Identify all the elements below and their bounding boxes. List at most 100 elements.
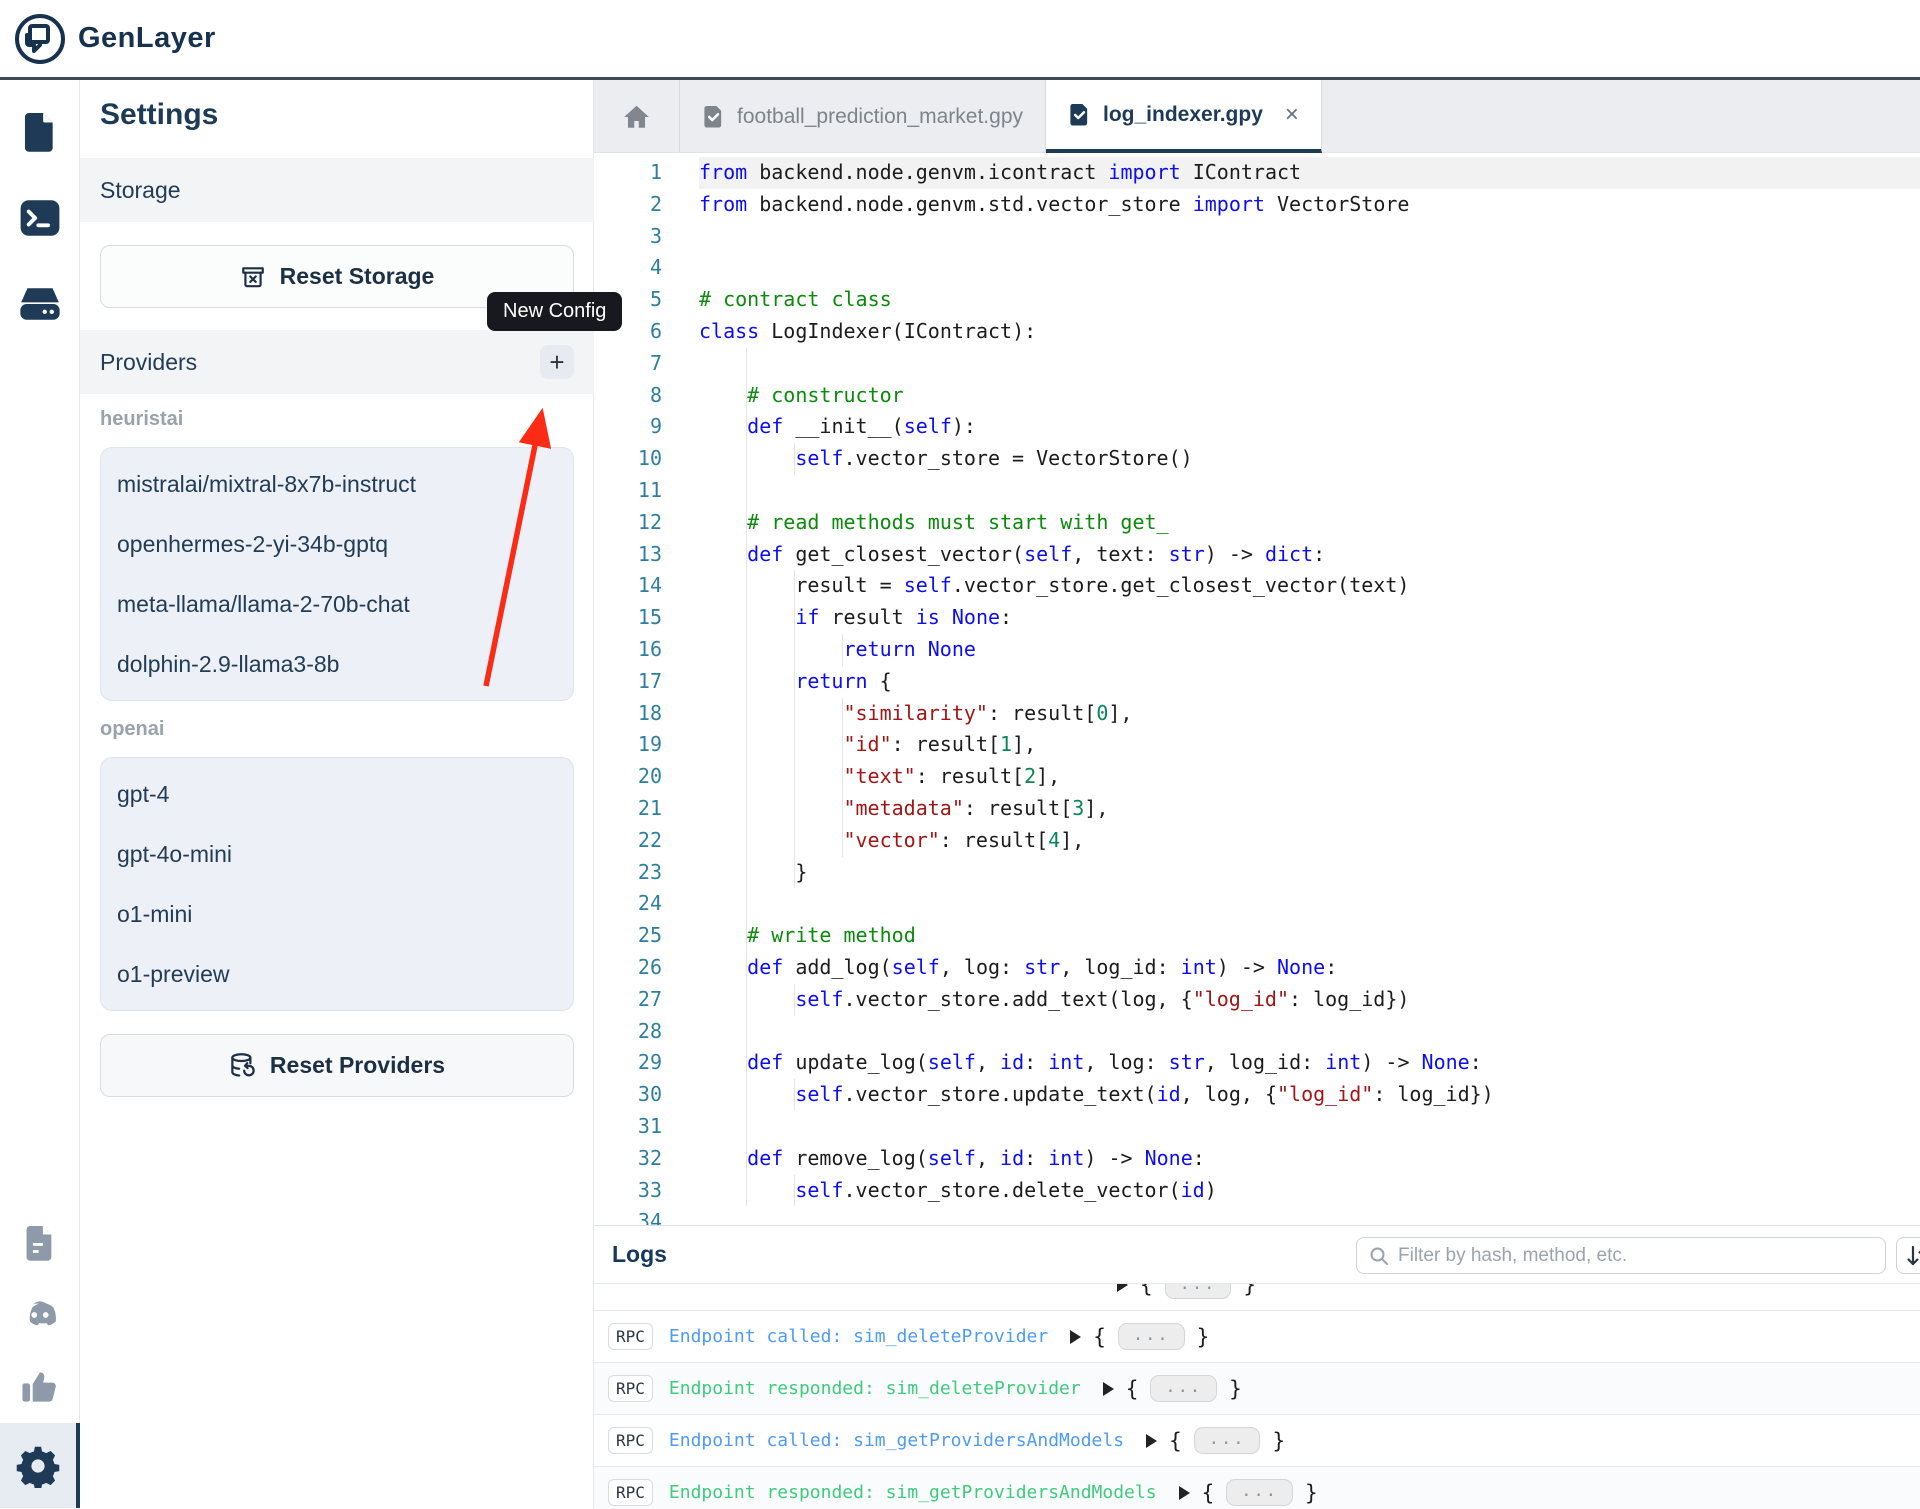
line-number: 8 — [594, 380, 662, 412]
line-number: 30 — [594, 1079, 662, 1111]
line-number: 4 — [594, 252, 662, 284]
expand-caret-icon[interactable] — [1070, 1330, 1081, 1344]
expand-caret-icon[interactable] — [1117, 1284, 1128, 1292]
logs-title: Logs — [612, 1241, 667, 1268]
line-number: 13 — [594, 539, 662, 571]
line-number: 20 — [594, 761, 662, 793]
settings-gear-tab[interactable] — [0, 1423, 80, 1508]
provider-model-item[interactable]: gpt-4 — [101, 781, 573, 808]
code-line: 5# contract class — [594, 284, 1920, 316]
open-brace: { — [1126, 1377, 1139, 1401]
sort-logs-button[interactable] — [1896, 1237, 1920, 1274]
storage-drive-icon[interactable] — [18, 282, 62, 326]
log-row[interactable]: RPC Endpoint responded: sim_deleteProvid… — [594, 1363, 1920, 1415]
code-line: 6class LogIndexer(IContract): — [594, 316, 1920, 348]
sort-icon — [1905, 1245, 1920, 1267]
expand-caret-icon[interactable] — [1103, 1382, 1114, 1396]
home-icon — [623, 104, 650, 130]
thumbs-up-icon[interactable] — [18, 1365, 62, 1409]
expand-caret-icon[interactable] — [1179, 1486, 1190, 1500]
contracts-file-icon[interactable] — [18, 110, 62, 154]
line-number: 10 — [594, 443, 662, 475]
line-number: 34 — [594, 1206, 662, 1225]
page-title: Settings — [100, 98, 218, 132]
close-brace: } — [1243, 1284, 1256, 1297]
line-number: 7 — [594, 348, 662, 380]
expand-dots-pill[interactable]: ... — [1150, 1375, 1217, 1402]
docs-file-icon[interactable] — [18, 1221, 62, 1265]
log-message: Endpoint called: sim_deleteProvider — [669, 1326, 1048, 1347]
tab-label: football_prediction_market.gpy — [737, 105, 1023, 129]
provider-model-item[interactable]: openhermes-2-yi-34b-gptq — [101, 531, 573, 558]
provider-card-openai: gpt-4 gpt-4o-mini o1-mini o1-preview — [100, 757, 574, 1011]
code-line: 21"metadata": result[3], — [594, 793, 1920, 825]
line-number: 11 — [594, 475, 662, 507]
code-line: 13def get_closest_vector(self, text: str… — [594, 539, 1920, 571]
provider-model-item[interactable]: o1-preview — [101, 961, 573, 988]
line-number: 28 — [594, 1016, 662, 1048]
open-brace: { — [1202, 1481, 1215, 1505]
log-row-partial: { ... } — [594, 1284, 1920, 1311]
line-number: 26 — [594, 952, 662, 984]
activity-bar — [0, 80, 80, 1508]
close-brace: } — [1272, 1429, 1285, 1453]
tab-home[interactable] — [594, 80, 680, 153]
code-line: 11 — [594, 475, 1920, 507]
close-brace: } — [1305, 1481, 1318, 1505]
settings-panel: Settings Storage Reset Storage Providers… — [80, 80, 594, 1508]
open-brace: { — [1093, 1325, 1106, 1349]
file-check-icon — [702, 105, 725, 128]
code-line: 12# read methods must start with get_ — [594, 507, 1920, 539]
add-provider-button[interactable]: + — [540, 345, 574, 379]
log-row[interactable]: RPC Endpoint called: sim_getProvidersAnd… — [594, 1415, 1920, 1467]
provider-group-label-openai: openai — [100, 718, 164, 741]
code-editor-content[interactable]: 1from backend.node.genvm.icontract impor… — [594, 153, 1920, 1225]
app-header: GenLayer — [0, 0, 1920, 80]
editor-tab-bar: football_prediction_market.gpy log_index… — [594, 80, 1920, 153]
reset-providers-button[interactable]: Reset Providers — [100, 1034, 574, 1097]
provider-model-item[interactable]: o1-mini — [101, 901, 573, 928]
provider-model-item[interactable]: meta-llama/llama-2-70b-chat — [101, 591, 573, 618]
line-number: 1 — [594, 157, 662, 189]
database-reset-icon — [229, 1052, 256, 1079]
close-brace: } — [1229, 1377, 1242, 1401]
log-row[interactable]: RPC Endpoint responded: sim_getProviders… — [594, 1467, 1920, 1509]
editor-tab[interactable]: log_indexer.gpy × — [1046, 80, 1322, 153]
provider-model-item[interactable]: mistralai/mixtral-8x7b-instruct — [101, 471, 573, 498]
terminal-icon[interactable] — [18, 196, 62, 240]
line-number: 27 — [594, 984, 662, 1016]
expand-dots-pill[interactable]: ... — [1194, 1427, 1261, 1454]
open-brace: { — [1169, 1429, 1182, 1453]
provider-model-item[interactable]: dolphin-2.9-llama3-8b — [101, 651, 573, 678]
search-icon — [1369, 1246, 1389, 1266]
genlayer-logo: GenLayer — [0, 13, 216, 65]
expand-caret-icon[interactable] — [1146, 1434, 1157, 1448]
genlayer-logo-icon — [14, 13, 66, 65]
provider-group-label-heuristai: heuristai — [100, 408, 183, 431]
line-number: 12 — [594, 507, 662, 539]
line-number: 19 — [594, 729, 662, 761]
reset-storage-label: Reset Storage — [280, 263, 435, 290]
code-line: 10self.vector_store = VectorStore() — [594, 443, 1920, 475]
code-line: 22"vector": result[4], — [594, 825, 1920, 857]
tab-label: log_indexer.gpy — [1103, 103, 1263, 127]
line-number: 14 — [594, 570, 662, 602]
code-line: 20"text": result[2], — [594, 761, 1920, 793]
code-line: 30self.vector_store.update_text(id, log,… — [594, 1079, 1920, 1111]
code-editor: football_prediction_market.gpy log_index… — [594, 80, 1920, 1225]
provider-model-item[interactable]: gpt-4o-mini — [101, 841, 573, 868]
line-number: 16 — [594, 634, 662, 666]
line-number: 15 — [594, 602, 662, 634]
expand-dots-pill[interactable]: ... — [1226, 1479, 1293, 1506]
editor-tab[interactable]: football_prediction_market.gpy — [680, 80, 1046, 153]
log-filter-input[interactable] — [1398, 1245, 1873, 1267]
expand-dots-pill[interactable]: ... — [1118, 1323, 1185, 1350]
reset-providers-label: Reset Providers — [270, 1052, 445, 1079]
logs-header: Logs — [594, 1226, 1920, 1284]
close-tab-icon[interactable]: × — [1285, 101, 1299, 129]
discord-icon[interactable] — [18, 1293, 62, 1337]
expand-dots-pill[interactable]: ... — [1165, 1284, 1232, 1299]
log-row[interactable]: RPC Endpoint called: sim_deleteProvider … — [594, 1311, 1920, 1363]
code-line: 28 — [594, 1016, 1920, 1048]
line-number: 18 — [594, 698, 662, 730]
